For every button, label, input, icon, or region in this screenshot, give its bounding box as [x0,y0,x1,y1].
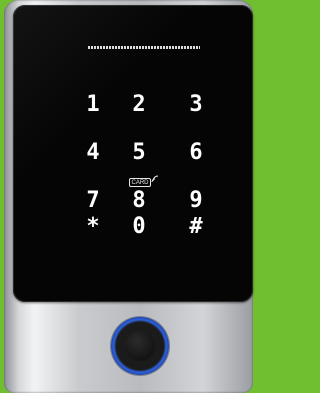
key-0[interactable]: 0 [124,214,154,240]
wireless-waves-icon [151,175,159,183]
status-indicator-bar [88,46,200,49]
key-8[interactable]: 8 [124,188,154,214]
key-4[interactable]: 4 [78,140,108,166]
scene: 1 2 3 4 5 6 CARD 7 8 9 * 0 # [0,0,259,393]
key-9[interactable]: 9 [181,188,211,214]
card-reader-area[interactable]: CARD [129,174,159,188]
key-6[interactable]: 6 [181,140,211,166]
key-hash[interactable]: # [181,214,211,240]
rfid-card-icon: CARD [129,178,151,187]
key-star[interactable]: * [78,214,108,240]
touch-keypad-panel: 1 2 3 4 5 6 CARD 7 8 9 * 0 # [13,5,253,302]
key-3[interactable]: 3 [181,92,211,118]
key-5[interactable]: 5 [124,140,154,166]
access-control-device: 1 2 3 4 5 6 CARD 7 8 9 * 0 # [4,0,253,393]
fingerprint-sensor-icon[interactable] [111,317,169,375]
key-7[interactable]: 7 [78,188,108,214]
key-2[interactable]: 2 [124,92,154,118]
fingerprint-sensor-pad [125,331,155,361]
key-1[interactable]: 1 [78,92,108,118]
